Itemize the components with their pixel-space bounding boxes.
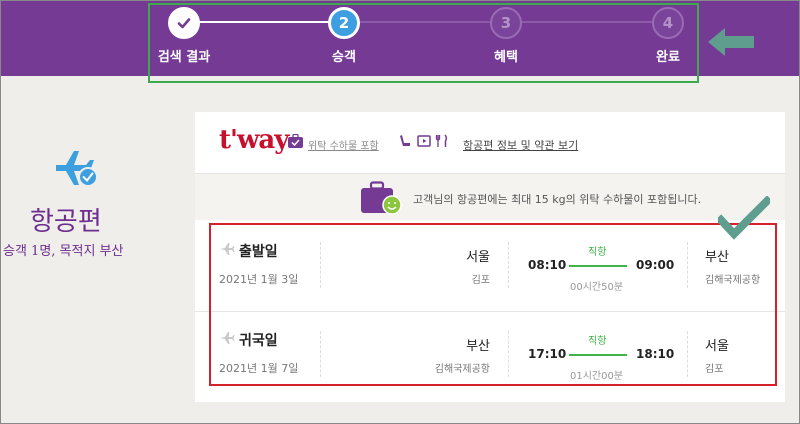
- card-header: t'way 위탁 수하물 포함 항공편 정보 및 약관 보기: [195, 112, 785, 174]
- section-subtitle: 승객 1명, 목적지 부산: [3, 244, 124, 259]
- flight-duration: 00시간50분: [570, 282, 624, 293]
- divider: [687, 331, 688, 377]
- route-line: [569, 354, 627, 356]
- divider: [508, 242, 509, 288]
- flight-date: 2021년 1월 7일: [219, 362, 299, 375]
- flight-info-terms-link[interactable]: 항공편 정보 및 약관 보기: [463, 137, 578, 153]
- destination-city: 서울: [705, 339, 729, 354]
- flight-date: 2021년 1월 3일: [219, 273, 299, 286]
- baggage-notice-text: 고객님의 항공편에는 최대 15 kg의 위탁 수하물이 포함됩니다.: [413, 193, 702, 206]
- airline-logo: t'way: [219, 125, 289, 155]
- departure-time: 17:10: [528, 347, 567, 361]
- route-line: [569, 265, 627, 267]
- flight-card: t'way 위탁 수하물 포함 항공편 정보 및 약관 보기 고객님의 항공편에: [195, 112, 785, 402]
- departure-time: 08:10: [528, 258, 567, 272]
- annotation-check-icon: [718, 196, 770, 240]
- destination-airport: 김해국제공항: [705, 275, 761, 286]
- divider: [320, 331, 321, 377]
- baggage-notice: 고객님의 항공편에는 최대 15 kg의 위탁 수하물이 포함됩니다.: [195, 174, 785, 220]
- media-icon: [417, 135, 431, 147]
- plane-check-icon: [56, 151, 98, 187]
- origin-city: 부산: [466, 339, 490, 354]
- origin-airport: 김해국제공항: [434, 364, 490, 375]
- departure-plane-icon: [220, 243, 235, 255]
- outbound-flight-row[interactable]: 출발일 2021년 1월 3일 서울 김포 08:10 직항 00시간50분 0…: [195, 224, 785, 312]
- arrival-time: 18:10: [636, 347, 675, 361]
- divider: [320, 242, 321, 288]
- flight-duration: 01시간00분: [570, 371, 624, 382]
- stepper-highlight-box: [148, 3, 699, 83]
- origin-city: 서울: [466, 250, 490, 265]
- meal-icon: [435, 134, 448, 147]
- direct-flight-label: 직항: [588, 336, 607, 347]
- destination-airport: 김포: [705, 364, 724, 375]
- arrival-time: 09:00: [636, 258, 675, 272]
- flight-direction-label: 귀국일: [239, 333, 278, 349]
- origin-airport: 김포: [471, 275, 490, 286]
- return-plane-icon: [220, 332, 235, 344]
- flight-direction-label: 출발일: [239, 244, 278, 260]
- destination-city: 부산: [705, 250, 729, 265]
- annotation-arrow-icon: [708, 28, 754, 56]
- baggage-included-link[interactable]: 위탁 수하물 포함: [308, 137, 379, 152]
- baggage-icon: [288, 134, 303, 148]
- divider: [508, 331, 509, 377]
- divider: [687, 242, 688, 288]
- seat-icon: [400, 135, 410, 146]
- section-title: 항공편: [30, 207, 102, 237]
- return-flight-row[interactable]: 귀국일 2021년 1월 7일 부산 김해국제공항 17:10 직항 01시간0…: [195, 313, 785, 401]
- direct-flight-label: 직항: [588, 247, 607, 258]
- baggage-smile-icon: [361, 181, 402, 215]
